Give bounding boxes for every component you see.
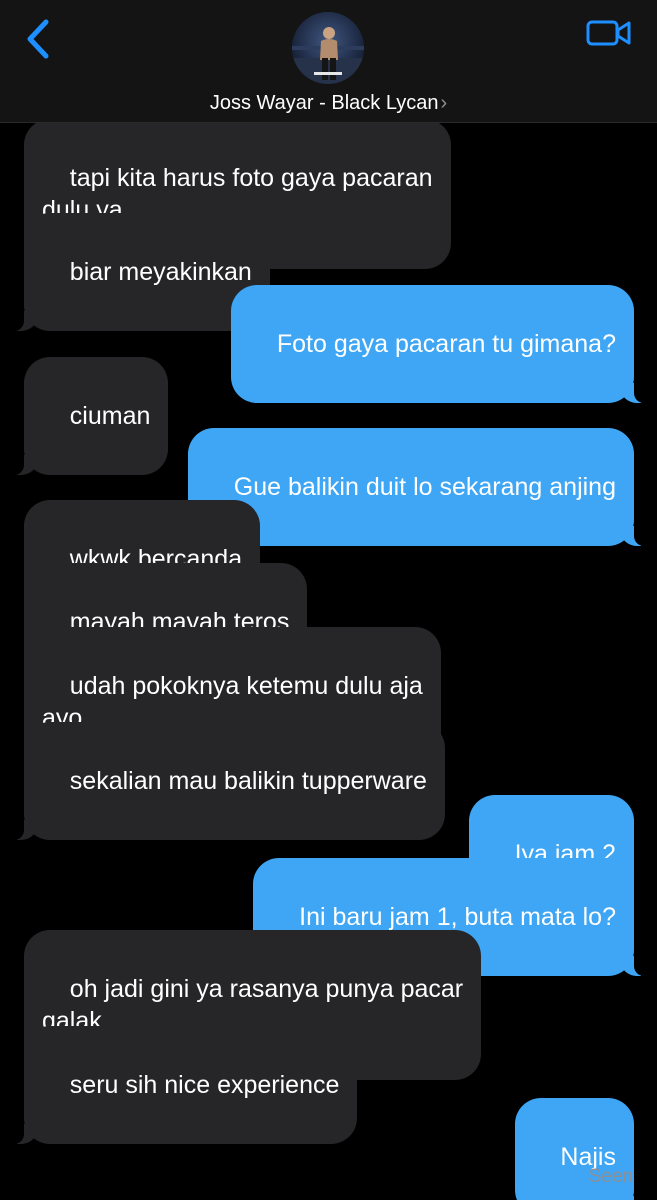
conversation-header: Joss Wayar - Black Lycan ›	[0, 0, 657, 123]
read-receipt: Seen	[588, 1166, 633, 1187]
message-text: Ini baru jam 1, buta mata lo?	[299, 903, 616, 931]
message-bubble-incoming[interactable]: sekalian mau balikin tupperware	[0, 722, 445, 840]
message-bubble-outgoing[interactable]: Foto gaya pacaran tu gimana?	[231, 285, 657, 403]
message-bubble-incoming[interactable]: ciuman	[0, 357, 169, 475]
contact-name-button[interactable]: Joss Wayar - Black Lycan ›	[0, 92, 657, 115]
chevron-left-icon	[27, 19, 49, 59]
message-text: Gue balikin duit lo sekarang anjing	[233, 473, 616, 501]
message-thread[interactable]: tapi kita harus foto gaya pacaran dulu y…	[0, 123, 657, 1200]
contact-name-label: Joss Wayar - Black Lycan	[209, 92, 439, 114]
contact-avatar[interactable]	[292, 12, 364, 84]
message-text: seru sih nice experience	[69, 1071, 340, 1099]
message-bubble-incoming[interactable]: seru sih nice experience	[0, 1026, 358, 1144]
message-text: ciuman	[69, 402, 151, 430]
message-text: biar meyakinkan	[69, 258, 252, 286]
message-text: Foto gaya pacaran tu gimana?	[276, 330, 616, 358]
message-text: sekalian mau balikin tupperware	[69, 767, 427, 795]
back-button[interactable]	[18, 14, 58, 64]
facetime-video-button[interactable]	[585, 16, 633, 50]
video-camera-icon	[586, 20, 631, 46]
chevron-right-icon: ›	[440, 92, 448, 114]
